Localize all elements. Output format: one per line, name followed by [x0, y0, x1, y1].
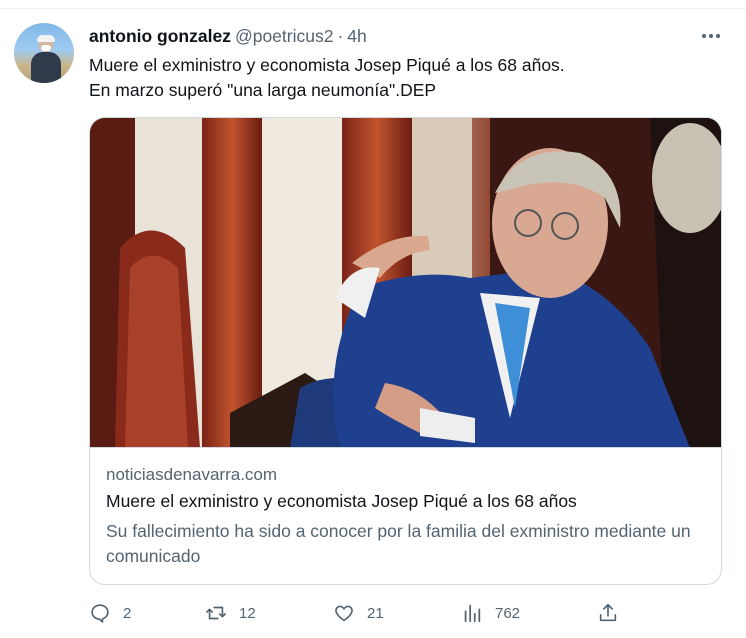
author-handle[interactable]: @poetricus2 [235, 26, 334, 47]
author-name[interactable]: antonio gonzalez [89, 26, 231, 47]
retweet-icon [206, 606, 226, 620]
share-button[interactable] [597, 600, 619, 626]
views-count: 762 [495, 604, 521, 622]
retweet-count: 12 [239, 604, 256, 622]
like-count: 21 [367, 604, 384, 622]
avatar[interactable] [14, 23, 74, 83]
like-icon [335, 605, 353, 622]
separator: · [337, 25, 344, 46]
reply-button[interactable]: 2 [89, 600, 131, 626]
tweet-text: Muere el exministro y economista Josep P… [89, 53, 719, 103]
like-button[interactable]: 21 [333, 600, 384, 626]
more-icon[interactable] [699, 26, 723, 46]
tweet-text-line: En marzo superó "una larga neumonía".DEP [89, 80, 437, 100]
action-bar: 2 12 21 762 [89, 600, 629, 626]
card-description: Su fallecimiento ha sido a conocer por l… [106, 521, 691, 566]
link-card[interactable]: noticiasdenavarra.com Muere el exministr… [89, 117, 722, 585]
card-image[interactable] [90, 118, 721, 448]
reply-count: 2 [123, 604, 132, 622]
tweet-text-line: Muere el exministro y economista Josep P… [89, 55, 565, 75]
divider [0, 8, 746, 9]
tweet[interactable]: antonio gonzalez @poetricus2 · 4h Muere … [0, 0, 746, 638]
tweet-header: antonio gonzalez @poetricus2 · 4h [89, 25, 367, 47]
retweet-button[interactable]: 12 [205, 600, 256, 626]
share-icon [599, 603, 617, 622]
card-title[interactable]: Muere el exministro y economista Josep P… [106, 491, 577, 512]
card-domain[interactable]: noticiasdenavarra.com [106, 465, 277, 485]
timestamp[interactable]: 4h [347, 26, 366, 47]
reply-icon [91, 604, 109, 623]
views-icon [464, 604, 481, 623]
views-button[interactable]: 762 [461, 600, 520, 626]
